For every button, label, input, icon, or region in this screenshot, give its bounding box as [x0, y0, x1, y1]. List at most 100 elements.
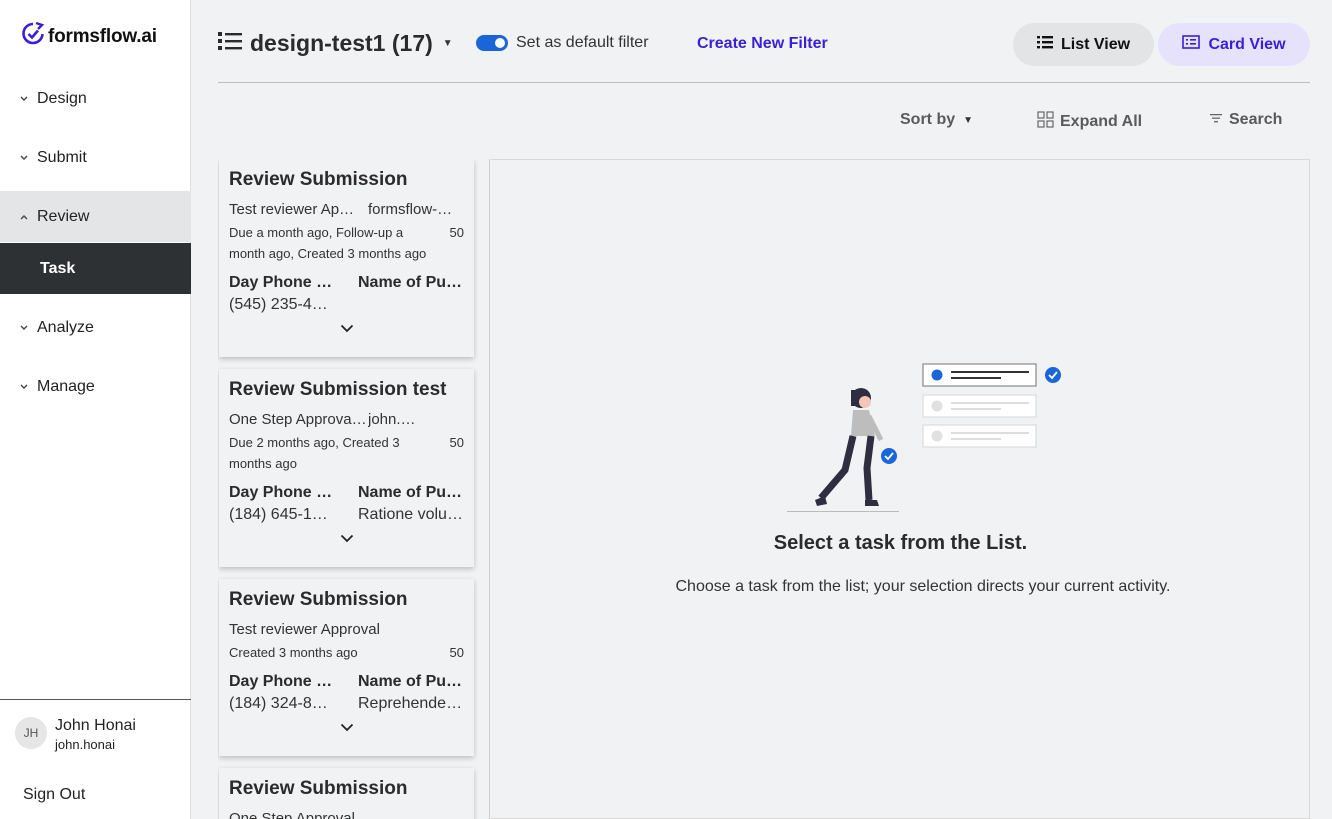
chevron-up-icon — [20, 214, 30, 220]
chevron-down-icon — [340, 320, 354, 342]
sort-by-button[interactable]: Sort by ▼ — [900, 111, 973, 129]
expand-icon — [1037, 111, 1054, 133]
list-view-button[interactable]: List View — [1013, 23, 1154, 66]
search-button[interactable]: Search — [1209, 111, 1282, 129]
task-process: Test reviewer Approval — [229, 621, 380, 638]
card-view-button[interactable]: Card View — [1158, 23, 1310, 66]
task-meta: Test reviewer Ap… formsflow-… — [229, 201, 464, 218]
field-label: Name of Pu… — [358, 274, 463, 291]
list-view-label: List View — [1060, 35, 1131, 53]
chevron-down-icon — [20, 96, 30, 102]
sidebar-item-manage[interactable]: Manage — [0, 361, 191, 412]
task-priority: 50 — [449, 435, 464, 450]
sidebar-item-label: Analyze — [37, 318, 94, 336]
chevron-down-icon — [20, 384, 30, 390]
field-value: (184) 645-1… — [229, 506, 328, 523]
avatar[interactable]: JH — [15, 717, 47, 749]
task-title: Review Submission — [229, 169, 408, 190]
filter-name: design-test1 (17) — [250, 30, 433, 56]
task-title: Review Submission test — [229, 379, 447, 400]
expand-card-button[interactable] — [229, 320, 464, 342]
chevron-down-icon — [20, 155, 30, 161]
field-value — [358, 296, 464, 314]
task-title: Review Submission — [229, 778, 408, 799]
filter-icon — [1209, 111, 1223, 129]
task-due: Due 2 months ago, Created 3 months ago — [229, 435, 400, 471]
field-value: (545) 235-4… — [229, 296, 328, 313]
task-assignee: john.… — [368, 411, 416, 428]
sort-by-label: Sort by — [900, 111, 956, 128]
field-value: Reprehende… — [358, 695, 463, 712]
chevron-down-icon — [20, 325, 30, 331]
task-title: Review Submission — [229, 589, 408, 610]
sidebar-item-review[interactable]: Review — [0, 191, 191, 242]
task-priority: 50 — [449, 645, 464, 660]
filter-selector[interactable]: design-test1 (17) ▼ — [218, 30, 453, 57]
sidebar-item-label: Manage — [37, 377, 95, 395]
field-value: (184) 324-8… — [229, 695, 328, 712]
default-filter-label: Set as default filter — [516, 34, 649, 51]
sidebar-item-design[interactable]: Design — [0, 73, 191, 124]
expand-card-button[interactable] — [229, 530, 464, 552]
user-name: John Honai — [55, 717, 136, 734]
list-icon — [218, 30, 242, 57]
task-card[interactable]: Review Submission test One Step Approval… — [219, 369, 474, 567]
task-field-labels: Day Phone … Name of Pu… — [229, 673, 464, 691]
task-meta: One Step Approval… — [229, 810, 464, 819]
task-process: Test reviewer Ap… — [229, 201, 355, 218]
empty-state-illustration — [787, 358, 1067, 523]
task-field-values: (545) 235-4… — [229, 296, 464, 314]
empty-state-title: Select a task from the List. — [773, 532, 1028, 554]
logo[interactable]: formsflow.ai — [22, 21, 157, 51]
expand-card-button[interactable] — [229, 719, 464, 741]
search-label: Search — [1229, 111, 1283, 128]
task-field-labels: Day Phone … Name of Pu… — [229, 484, 464, 502]
task-field-labels: Day Phone … Name of Pu… — [229, 274, 464, 292]
sidebar-item-label: Task — [40, 259, 76, 277]
sidebar-item-analyze[interactable]: Analyze — [0, 302, 191, 353]
logo-text: formsflow.ai — [48, 25, 157, 47]
task-detail-panel: Select a task from the List. Choose a ta… — [491, 159, 1310, 819]
task-dates: Created 3 months ago 50 — [229, 642, 464, 663]
field-label: Name of Pu… — [358, 673, 463, 690]
task-due: Due a month ago, Follow-up a month ago, … — [229, 225, 427, 261]
empty-state-subtitle: Choose a task from the list; your select… — [675, 578, 1171, 595]
card-icon — [1182, 35, 1201, 54]
sign-out-link[interactable]: Sign Out — [23, 786, 85, 804]
task-dates: Due a month ago, Follow-up a month ago, … — [229, 222, 464, 264]
task-card[interactable]: Review Submission Test reviewer Approval… — [219, 579, 474, 756]
user-email: john.honai — [55, 737, 115, 752]
sidebar: formsflow.ai Design Submit Review Task A… — [0, 0, 191, 819]
task-list[interactable]: Review Submission Test reviewer Ap… form… — [218, 159, 490, 819]
task-card[interactable]: Review Submission Test reviewer Ap… form… — [219, 159, 474, 357]
card-view-label: Card View — [1208, 35, 1286, 53]
create-new-filter-link[interactable]: Create New Filter — [697, 35, 828, 53]
task-meta: One Step Approval tas… john.… — [229, 411, 464, 428]
sidebar-item-label: Design — [37, 89, 87, 107]
chevron-down-icon — [340, 530, 354, 552]
field-label: Day Phone … — [229, 484, 333, 501]
caret-down-icon: ▼ — [442, 38, 453, 49]
task-process: One Step Approval… — [229, 810, 370, 819]
task-meta: Test reviewer Approval — [229, 621, 464, 638]
field-label: Day Phone … — [229, 673, 333, 690]
task-due: Created 3 months ago — [229, 645, 358, 660]
expand-all-label: Expand All — [1060, 113, 1143, 130]
task-field-values: (184) 645-1… Ratione volu… — [229, 506, 464, 524]
expand-all-button[interactable]: Expand All — [1037, 111, 1142, 133]
user-section: JH John Honai john.honai Sign Out — [0, 699, 191, 819]
sidebar-item-label: Review — [37, 207, 90, 225]
sidebar-item-submit[interactable]: Submit — [0, 132, 191, 183]
sidebar-item-task[interactable]: Task — [0, 243, 191, 294]
default-filter-toggle[interactable] — [476, 35, 508, 51]
list-icon — [1036, 35, 1053, 54]
default-filter-toggle-group: Set as default filter — [476, 34, 649, 52]
header-divider — [218, 82, 1310, 83]
chevron-down-icon — [340, 719, 354, 741]
formsflow-logo-icon — [22, 21, 45, 51]
sidebar-item-label: Submit — [37, 148, 87, 166]
task-card[interactable]: Review Submission One Step Approval… — [219, 768, 474, 819]
field-label: Name of Pu… — [358, 484, 463, 501]
task-field-values: (184) 324-8… Reprehende… — [229, 695, 464, 713]
caret-down-icon: ▼ — [963, 114, 974, 126]
